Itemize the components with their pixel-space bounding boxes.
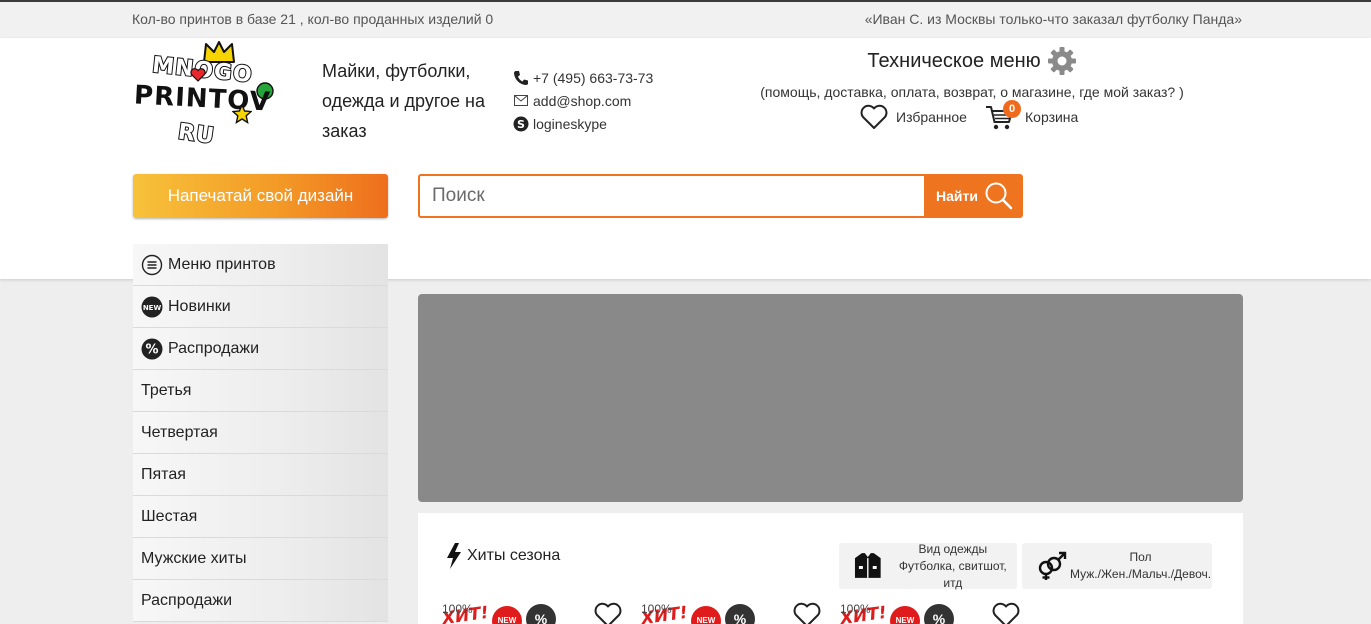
jacket-icon — [854, 553, 881, 578]
tech-menu: Техническое меню (помощь, доставка, опла… — [752, 46, 1192, 100]
tech-menu-title: Техническое меню — [867, 49, 1041, 72]
sidebar-item-sixth[interactable]: Шестая — [133, 496, 388, 538]
promo-banner[interactable] — [418, 294, 1243, 502]
tech-menu-links[interactable]: (помощь, доставка, оплата, возврат, о ма… — [752, 84, 1192, 100]
new-icon: NEW — [141, 296, 163, 318]
heart-logo-icon — [190, 68, 206, 82]
sidebar-item-mens-hits[interactable]: Мужские хиты — [133, 538, 388, 580]
menu-icon — [141, 254, 163, 276]
gear-icon — [1047, 47, 1076, 75]
sidebar-item-label: Распродажи — [168, 339, 260, 357]
heart-icon — [860, 104, 888, 129]
svg-text:NEW: NEW — [143, 304, 162, 312]
cart-label: Корзина — [1025, 109, 1079, 125]
search-button-label: Найти — [936, 188, 978, 204]
recent-order-notice: «Иван С. из Москвы только-что заказал фу… — [864, 11, 1242, 27]
print-your-design-button[interactable]: Напечатай свой дизайн — [133, 174, 388, 218]
sidebar-item-label: Меню принтов — [168, 255, 276, 273]
site-tagline: Майки, футболки, одежда и другое на зака… — [322, 61, 485, 141]
search-input[interactable] — [418, 174, 924, 218]
product-card[interactable]: ХИТ! 100% NEW % — [637, 600, 823, 624]
gender-filter-value: Муж./Жен./Мальч./Девоч. — [1070, 567, 1212, 581]
skype-login: logineskype — [533, 115, 607, 132]
catalog-sidebar: Меню принтов NEW Новинки % Распродажи Тр… — [133, 244, 388, 622]
broken-image-alt: 100% — [840, 602, 871, 616]
broken-image-alt: 100% — [442, 602, 473, 616]
sidebar-item-label: Новинки — [168, 297, 231, 315]
phone-row[interactable]: +7 (495) 663-73-73 — [513, 66, 653, 89]
percent-icon: % — [141, 338, 163, 360]
product-card[interactable]: ХИТ! 100% NEW % — [438, 600, 624, 624]
sidebar-item-fourth[interactable]: Четвертая — [133, 412, 388, 454]
clothing-type-filter[interactable]: Вид одежды Футболка, свитшот, итд — [839, 541, 1017, 592]
search-button[interactable]: Найти — [924, 174, 1023, 218]
sidebar-item-sales[interactable]: % Распродажи — [133, 328, 388, 370]
gender-filter-text: Пол Муж./Жен./Мальч./Девоч. — [1070, 549, 1211, 583]
sidebar-item-fifth[interactable]: Пятая — [133, 454, 388, 496]
new-badge: NEW — [691, 606, 721, 624]
new-badge: NEW — [492, 606, 522, 624]
phone-icon — [513, 70, 529, 86]
email-row[interactable]: add@shop.com — [513, 89, 653, 112]
store-stats: Кол-во принтов в базе 21 , кол-во продан… — [132, 11, 494, 27]
lightning-icon — [447, 543, 461, 569]
favorites-label: Избранное — [896, 109, 967, 125]
skype-icon: S — [513, 116, 529, 132]
svg-text:S: S — [517, 118, 525, 131]
mail-icon — [513, 93, 529, 109]
gender-icon — [1038, 551, 1067, 580]
svg-text:%: % — [145, 342, 158, 357]
star-logo-icon — [232, 104, 252, 124]
sidebar-item-new[interactable]: NEW Новинки — [133, 286, 388, 328]
clothing-type-filter-value: Футболка, свитшот, итд — [898, 558, 1007, 590]
sidebar-item-third[interactable]: Третья — [133, 370, 388, 412]
product-card[interactable]: ХИТ! 100% NEW % — [836, 600, 1022, 624]
sale-badge: % — [526, 604, 556, 624]
heart-icon[interactable] — [594, 602, 622, 624]
sidebar-item-label: Шестая — [141, 507, 198, 525]
sidebar-item-label: Распродажи — [141, 591, 233, 609]
clothing-type-filter-text: Вид одежды Футболка, свитшот, итд — [889, 541, 1017, 592]
sale-badge: % — [924, 604, 954, 624]
tech-menu-title-row[interactable]: Техническое меню — [867, 46, 1076, 76]
clothing-type-filter-title: Вид одежды — [918, 541, 988, 556]
skype-row[interactable]: S logineskype — [513, 112, 653, 135]
sidebar-item-label: Мужские хиты — [141, 549, 247, 567]
heart-icon[interactable] — [793, 602, 821, 624]
broken-image-alt: 100% — [641, 602, 672, 616]
site-logo[interactable]: MNOGO PRINTOV RU — [132, 40, 284, 156]
search-icon — [985, 182, 1013, 210]
season-hits-title-row: Хиты сезона — [446, 543, 560, 569]
heart-icon[interactable] — [992, 602, 1020, 624]
sidebar-item-label: Пятая — [141, 465, 186, 483]
sidebar-item-sales-2[interactable]: Распродажи — [133, 580, 388, 622]
new-badge: NEW — [890, 606, 920, 624]
sidebar-item-label: Третья — [141, 381, 192, 399]
cart-count-badge: 0 — [1003, 100, 1021, 118]
season-hits-title: Хиты сезона — [467, 547, 561, 564]
cart-link[interactable]: 0 Корзина — [985, 100, 1079, 132]
favorites-link[interactable]: Избранное — [860, 104, 967, 130]
email-address: add@shop.com — [533, 92, 632, 109]
top-bar: Кол-во принтов в базе 21 , кол-во продан… — [0, 0, 1371, 38]
contacts-block: +7 (495) 663-73-73 add@shop.com S logine… — [513, 66, 653, 135]
sidebar-item-label: Четвертая — [141, 423, 218, 441]
logo-line-3: RU — [175, 119, 217, 151]
phone-number: +7 (495) 663-73-73 — [533, 69, 654, 86]
sale-badge: % — [725, 604, 755, 624]
gender-filter-title: Пол — [1129, 550, 1152, 564]
gender-filter[interactable]: Пол Муж./Жен./Мальч./Девоч. — [1022, 543, 1212, 589]
sidebar-item-print-menu[interactable]: Меню принтов — [133, 244, 388, 286]
